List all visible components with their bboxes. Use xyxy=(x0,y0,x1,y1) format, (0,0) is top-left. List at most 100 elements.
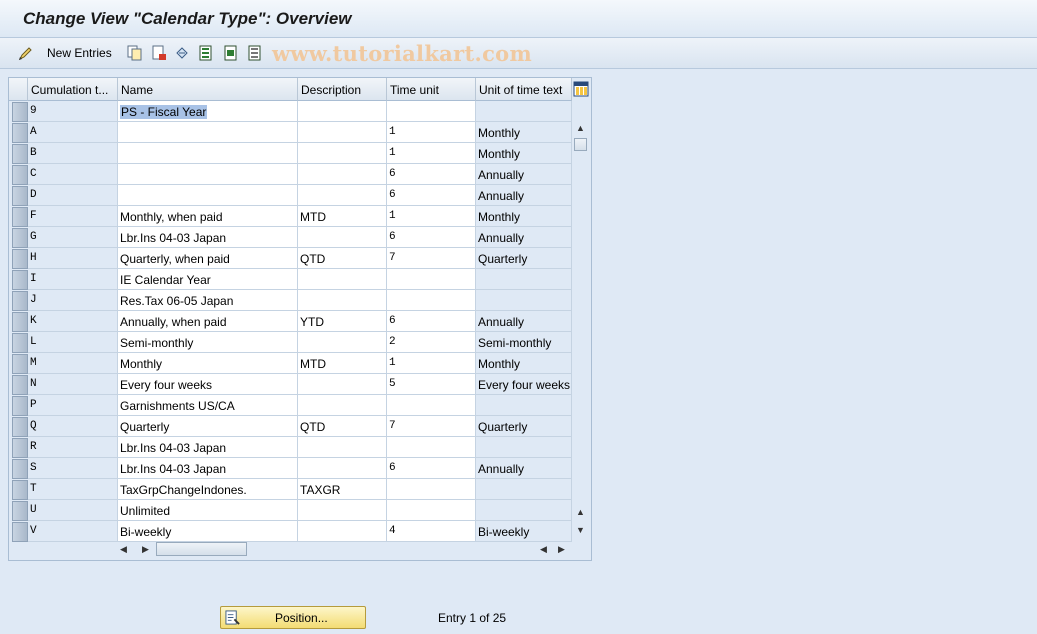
row-selector[interactable] xyxy=(12,207,28,227)
time-unit-cell[interactable]: 7 xyxy=(387,248,476,269)
scroll-far-left-icon[interactable]: ◀ xyxy=(540,544,547,555)
row-selector[interactable] xyxy=(12,459,28,479)
scroll-far-right-icon[interactable]: ▶ xyxy=(558,544,565,555)
row-selector[interactable] xyxy=(12,417,28,437)
position-button[interactable]: Position... xyxy=(220,606,366,629)
name-cell[interactable]: Quarterly xyxy=(118,416,298,437)
time-unit-cell[interactable] xyxy=(387,500,476,521)
description-cell[interactable]: MTD xyxy=(298,206,387,227)
column-header-name[interactable]: Name xyxy=(118,78,298,101)
time-unit-cell[interactable]: 4 xyxy=(387,521,476,542)
description-cell[interactable]: QTD xyxy=(298,248,387,269)
column-header-unit-text[interactable]: Unit of time text xyxy=(476,78,572,101)
row-selector[interactable] xyxy=(12,312,28,332)
row-selector[interactable] xyxy=(12,228,28,248)
time-unit-cell[interactable] xyxy=(387,269,476,290)
description-cell[interactable] xyxy=(298,332,387,353)
time-unit-cell[interactable] xyxy=(387,101,476,122)
name-cell[interactable]: Lbr.Ins 04-03 Japan xyxy=(118,437,298,458)
new-entries-button[interactable]: New Entries xyxy=(47,46,112,60)
name-cell[interactable]: Monthly, when paid xyxy=(118,206,298,227)
delete-icon[interactable] xyxy=(151,45,167,61)
name-cell[interactable] xyxy=(118,185,298,206)
row-selector[interactable] xyxy=(12,270,28,290)
name-cell[interactable]: Lbr.Ins 04-03 Japan xyxy=(118,227,298,248)
name-cell[interactable]: Annually, when paid xyxy=(118,311,298,332)
description-cell[interactable] xyxy=(298,185,387,206)
description-cell[interactable] xyxy=(298,122,387,143)
time-unit-cell[interactable]: 1 xyxy=(387,122,476,143)
time-unit-cell[interactable]: 7 xyxy=(387,416,476,437)
time-unit-cell[interactable] xyxy=(387,290,476,311)
scroll-right-icon[interactable]: ▶ xyxy=(142,544,149,555)
column-header-cumulation[interactable]: Cumulation t... xyxy=(28,78,118,101)
name-cell[interactable]: Semi-monthly xyxy=(118,332,298,353)
description-cell[interactable]: QTD xyxy=(298,416,387,437)
edit-pencil-icon[interactable] xyxy=(18,45,34,61)
name-cell[interactable]: Garnishments US/CA xyxy=(118,395,298,416)
column-header-description[interactable]: Description xyxy=(298,78,387,101)
time-unit-cell[interactable]: 1 xyxy=(387,206,476,227)
copy-icon[interactable] xyxy=(127,45,143,61)
name-cell[interactable]: Bi-weekly xyxy=(118,521,298,542)
row-selector[interactable] xyxy=(12,102,28,122)
description-cell[interactable] xyxy=(298,374,387,395)
name-cell[interactable]: Every four weeks xyxy=(118,374,298,395)
row-selector[interactable] xyxy=(12,501,28,521)
time-unit-cell[interactable]: 1 xyxy=(387,143,476,164)
time-unit-cell[interactable]: 5 xyxy=(387,374,476,395)
scroll-up-icon[interactable]: ▲ xyxy=(576,123,585,133)
row-selector[interactable] xyxy=(12,144,28,164)
description-cell[interactable] xyxy=(298,500,387,521)
select-block-icon[interactable] xyxy=(223,45,239,61)
name-cell[interactable]: TaxGrpChangeIndones. xyxy=(118,479,298,500)
row-selector[interactable] xyxy=(12,123,28,143)
description-cell[interactable] xyxy=(298,458,387,479)
description-cell[interactable] xyxy=(298,227,387,248)
column-header-time-unit[interactable]: Time unit xyxy=(387,78,476,101)
name-cell[interactable]: Monthly xyxy=(118,353,298,374)
name-cell[interactable]: IE Calendar Year xyxy=(118,269,298,290)
name-cell[interactable]: Quarterly, when paid xyxy=(118,248,298,269)
time-unit-cell[interactable]: 6 xyxy=(387,311,476,332)
description-cell[interactable] xyxy=(298,101,387,122)
description-cell[interactable] xyxy=(298,521,387,542)
row-selector[interactable] xyxy=(12,375,28,395)
vertical-scroll-thumb[interactable] xyxy=(574,138,587,151)
vertical-scrollbar[interactable]: ▲ ▲ ▼ xyxy=(572,101,590,541)
name-cell[interactable]: Lbr.Ins 04-03 Japan xyxy=(118,458,298,479)
scroll-down-icon[interactable]: ▼ xyxy=(576,525,585,535)
time-unit-cell[interactable] xyxy=(387,395,476,416)
row-selector[interactable] xyxy=(12,249,28,269)
description-cell[interactable] xyxy=(298,395,387,416)
row-selector[interactable] xyxy=(12,291,28,311)
description-cell[interactable] xyxy=(298,269,387,290)
row-selector[interactable] xyxy=(12,333,28,353)
description-cell[interactable]: MTD xyxy=(298,353,387,374)
time-unit-cell[interactable]: 2 xyxy=(387,332,476,353)
select-all-icon[interactable] xyxy=(198,45,214,61)
row-selector[interactable] xyxy=(12,354,28,374)
time-unit-cell[interactable] xyxy=(387,479,476,500)
scroll-left-icon[interactable]: ◀ xyxy=(120,544,127,555)
scroll-page-up-icon[interactable]: ▲ xyxy=(576,507,585,517)
description-cell[interactable] xyxy=(298,164,387,185)
time-unit-cell[interactable]: 6 xyxy=(387,227,476,248)
row-selector[interactable] xyxy=(12,522,28,542)
description-cell[interactable] xyxy=(298,143,387,164)
time-unit-cell[interactable]: 6 xyxy=(387,185,476,206)
description-cell[interactable] xyxy=(298,437,387,458)
row-selector[interactable] xyxy=(12,438,28,458)
row-selector[interactable] xyxy=(12,186,28,206)
undo-icon[interactable] xyxy=(174,45,190,61)
name-cell[interactable]: Res.Tax 06-05 Japan xyxy=(118,290,298,311)
row-selector[interactable] xyxy=(12,165,28,185)
name-cell[interactable] xyxy=(118,143,298,164)
name-cell[interactable] xyxy=(118,164,298,185)
horizontal-scrollbar[interactable]: ◀ ▶ ◀ ▶ xyxy=(117,541,569,557)
description-cell[interactable]: TAXGR xyxy=(298,479,387,500)
name-cell[interactable] xyxy=(118,122,298,143)
time-unit-cell[interactable] xyxy=(387,437,476,458)
deselect-all-icon[interactable] xyxy=(247,45,263,61)
time-unit-cell[interactable]: 6 xyxy=(387,458,476,479)
